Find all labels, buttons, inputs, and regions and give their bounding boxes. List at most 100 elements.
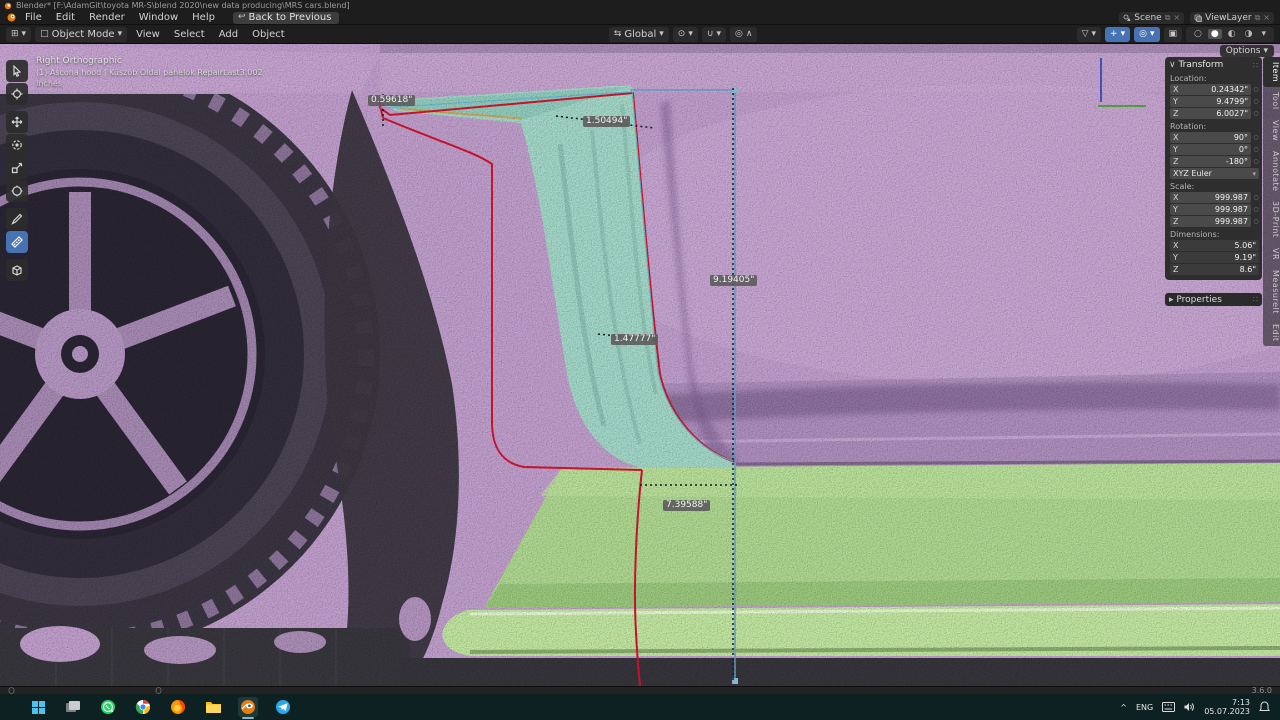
task-view-button[interactable] bbox=[63, 697, 83, 717]
animate-dot-icon[interactable]: ○ bbox=[1253, 98, 1259, 105]
3d-viewport[interactable]: Right Orthographic (1) Ascona hood | Küs… bbox=[0, 44, 1280, 686]
back-to-previous-button[interactable]: ↩ Back to Previous bbox=[233, 12, 339, 24]
whatsapp-button[interactable] bbox=[98, 697, 118, 717]
tab-annotate[interactable]: Annotate bbox=[1263, 146, 1280, 197]
shading-solid-button[interactable]: ● bbox=[1208, 29, 1222, 39]
close-scene-icon[interactable]: × bbox=[1173, 13, 1180, 22]
menu-view[interactable]: View bbox=[131, 29, 165, 40]
animate-dot-icon[interactable]: ○ bbox=[1253, 110, 1259, 117]
animate-dot-icon[interactable]: ○ bbox=[1253, 218, 1259, 225]
rotate-tool[interactable] bbox=[6, 134, 28, 156]
cursor-tool[interactable] bbox=[6, 83, 28, 105]
menu-render[interactable]: Render bbox=[83, 12, 131, 23]
add-cube-tool[interactable] bbox=[6, 259, 28, 281]
blender-app-icon bbox=[240, 699, 256, 715]
touch-keyboard-icon[interactable] bbox=[1162, 702, 1175, 712]
transform-icon bbox=[11, 185, 23, 197]
animate-dot-icon[interactable]: ○ bbox=[1253, 206, 1259, 213]
location-y-field[interactable]: Y9.4799" bbox=[1170, 96, 1251, 107]
rotation-x-field[interactable]: X90° bbox=[1170, 132, 1251, 143]
view-layer-selector[interactable]: ViewLayer ⧉ × bbox=[1190, 12, 1274, 24]
dimensions-x-field[interactable]: X5.06" bbox=[1170, 240, 1259, 251]
tab-item[interactable]: Item bbox=[1263, 57, 1280, 87]
blender-menu-icon[interactable] bbox=[6, 12, 17, 23]
scale-tool[interactable] bbox=[6, 157, 28, 179]
snap-controls[interactable]: ∪ ▾ bbox=[702, 27, 726, 42]
tab-measureit[interactable]: MeasureIt bbox=[1263, 265, 1280, 319]
menu-add[interactable]: Add bbox=[214, 29, 243, 40]
rotation-y-field[interactable]: Y0° bbox=[1170, 144, 1251, 155]
panel-grip-icon[interactable]: ∷ bbox=[1253, 61, 1258, 70]
properties-panel-header[interactable]: ▸ Properties ∷ bbox=[1165, 293, 1262, 306]
panel-open-icon[interactable]: ∨ bbox=[1169, 60, 1176, 70]
animate-dot-icon[interactable]: ○ bbox=[1253, 194, 1259, 201]
blender-taskbar-button[interactable] bbox=[238, 697, 258, 717]
transform-tool[interactable] bbox=[6, 180, 28, 202]
dimensions-z-field[interactable]: Z8.6" bbox=[1170, 264, 1259, 275]
select-box-tool[interactable] bbox=[6, 60, 28, 82]
tab-3d-print[interactable]: 3D-Print bbox=[1263, 196, 1280, 243]
firefox-button[interactable] bbox=[168, 697, 188, 717]
clock[interactable]: 7:13 05.07.2023 bbox=[1204, 698, 1250, 716]
menu-object[interactable]: Object bbox=[247, 29, 290, 40]
scale-label: Scale: bbox=[1165, 180, 1262, 192]
location-z-field[interactable]: Z6.0027" bbox=[1170, 108, 1251, 119]
window-title: Blender* [F:\AdamGit\toyota MR-S\blend 2… bbox=[16, 1, 350, 10]
scale-y-field[interactable]: Y999.987 bbox=[1170, 204, 1251, 215]
firefox-icon bbox=[170, 699, 186, 715]
object-visibility-dropdown[interactable]: ▽ ▾ bbox=[1077, 27, 1101, 42]
falloff-icon: ∧ bbox=[746, 29, 753, 39]
move-tool[interactable] bbox=[6, 111, 28, 133]
menu-edit[interactable]: Edit bbox=[50, 12, 81, 23]
options-button[interactable]: Options ▾ bbox=[1220, 45, 1274, 57]
tray-chevron-icon[interactable]: ^ bbox=[1120, 703, 1127, 712]
dimensions-y-field[interactable]: Y9.19" bbox=[1170, 252, 1259, 263]
scale-x-field[interactable]: X999.987 bbox=[1170, 192, 1251, 203]
shading-rendered-button[interactable]: ◑ bbox=[1242, 29, 1256, 39]
tab-vr[interactable]: VR bbox=[1263, 243, 1280, 265]
menu-file[interactable]: File bbox=[19, 12, 48, 23]
language-indicator[interactable]: ENG bbox=[1136, 703, 1153, 712]
animate-dot-icon[interactable]: ○ bbox=[1253, 86, 1259, 93]
volume-icon[interactable] bbox=[1184, 702, 1195, 712]
rotation-mode-dropdown[interactable]: XYZ Euler▾ bbox=[1170, 168, 1259, 179]
tab-edit[interactable]: Edit bbox=[1263, 319, 1280, 347]
panel-grip-icon: ∷ bbox=[1253, 295, 1258, 304]
telegram-button[interactable] bbox=[273, 697, 293, 717]
menu-window[interactable]: Window bbox=[133, 12, 184, 23]
close-layer-icon[interactable]: × bbox=[1263, 13, 1270, 22]
chrome-button[interactable] bbox=[133, 697, 153, 717]
add-cube-icon bbox=[11, 264, 23, 276]
file-explorer-button[interactable] bbox=[203, 697, 223, 717]
shading-wireframe-button[interactable]: ○ bbox=[1191, 29, 1205, 39]
tab-view[interactable]: View bbox=[1263, 115, 1280, 146]
shading-dropdown-icon[interactable]: ▾ bbox=[1258, 29, 1269, 39]
animate-dot-icon[interactable]: ○ bbox=[1253, 158, 1259, 165]
scale-z-field[interactable]: Z999.987 bbox=[1170, 216, 1251, 227]
transform-orientation-dropdown[interactable]: ⇆ Global ▾ bbox=[609, 27, 669, 42]
tab-tool[interactable]: Tool bbox=[1263, 87, 1280, 115]
transform-panel-title[interactable]: Transform bbox=[1178, 60, 1223, 70]
editor-type-button[interactable]: ⊞ ▾ bbox=[6, 27, 31, 42]
shading-material-button[interactable]: ◐ bbox=[1225, 29, 1239, 39]
menu-help[interactable]: Help bbox=[186, 12, 221, 23]
scene-selector[interactable]: Scene ⧉ × bbox=[1119, 12, 1184, 24]
measure-ruler-icon bbox=[11, 236, 23, 248]
animate-dot-icon[interactable]: ○ bbox=[1253, 134, 1259, 141]
mode-selector[interactable]: □ Object Mode ▾ bbox=[35, 27, 127, 42]
location-x-field[interactable]: X0.24342" bbox=[1170, 84, 1251, 95]
duplicate-scene-icon[interactable]: ⧉ bbox=[1165, 13, 1171, 23]
xray-toggle[interactable]: ▣ bbox=[1164, 27, 1183, 42]
proportional-editing-controls[interactable]: ◎ ∧ bbox=[730, 27, 757, 42]
measure-tool[interactable] bbox=[6, 231, 28, 253]
rotation-z-field[interactable]: Z-180° bbox=[1170, 156, 1251, 167]
animate-dot-icon[interactable]: ○ bbox=[1253, 146, 1259, 153]
pivot-point-dropdown[interactable]: ⊙ ▾ bbox=[673, 27, 698, 42]
menu-select[interactable]: Select bbox=[169, 29, 210, 40]
show-gizmo-toggle[interactable]: + ▾ bbox=[1105, 27, 1130, 42]
notification-bell-icon[interactable] bbox=[1259, 701, 1270, 713]
annotate-tool[interactable] bbox=[6, 208, 28, 230]
duplicate-layer-icon[interactable]: ⧉ bbox=[1255, 13, 1261, 23]
show-overlays-toggle[interactable]: ◎ ▾ bbox=[1134, 27, 1159, 42]
start-button[interactable] bbox=[28, 697, 48, 717]
